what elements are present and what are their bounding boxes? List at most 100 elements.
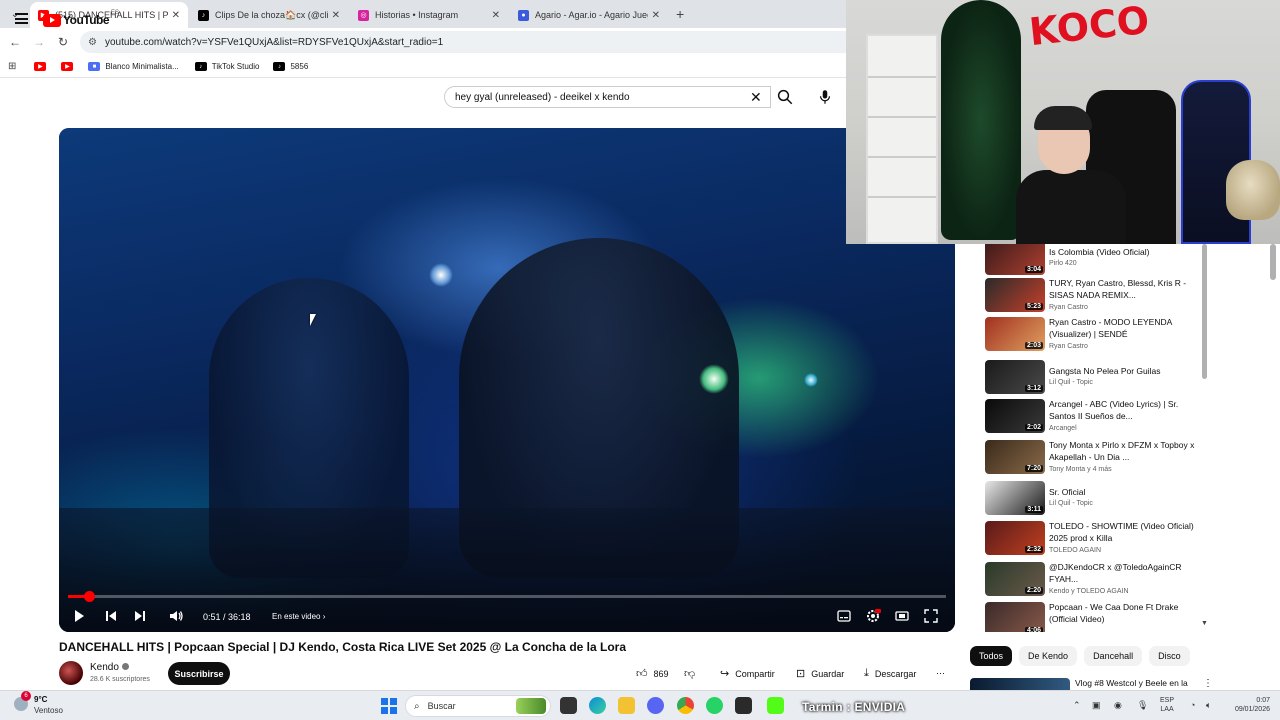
download-button[interactable]: ⤓ Descargar	[856, 662, 924, 685]
progress-bar[interactable]	[68, 591, 946, 602]
related-video-item[interactable]: 3:11 Sr. Oficial Lil Quil - Topic	[985, 481, 1205, 519]
related-video-item[interactable]: 3:04 Is Colombia (Video Oficial) Pirlo 420	[985, 244, 1205, 279]
tab-tiktok[interactable]: ♪ Clips De la choza🏠cx (@clips ✕	[190, 2, 348, 28]
dislike-button[interactable]: 👎︎	[676, 662, 709, 685]
forward-arrow-icon[interactable]: →	[27, 35, 51, 49]
taskbar-search[interactable]: ⌕ Buscar	[405, 695, 551, 717]
more-actions-button[interactable]: ⋯	[930, 662, 951, 685]
input-language[interactable]: ESP LAA	[1160, 696, 1174, 714]
reload-icon[interactable]: ↻	[51, 35, 75, 49]
more-vertical-icon[interactable]: ⋮	[1203, 678, 1213, 689]
next-video-title[interactable]: Vlog #8 Westcol y Beele en la	[1075, 678, 1188, 688]
video-thumbnail[interactable]: 2:03	[985, 317, 1045, 351]
related-video-item[interactable]: 2:03 Ryan Castro - MODO LEYENDA (Visualiz…	[985, 317, 1205, 355]
address-bar[interactable]: ⚙ youtube.com/watch?v=YSFVe1QUxjA&list=R…	[80, 31, 846, 53]
related-video-title[interactable]: Tony Monta x Pirlo x DFZM x Topboy x Aka…	[1049, 440, 1199, 463]
bookmark-youtube-1[interactable]: ▶	[34, 62, 51, 71]
video-thumbnail[interactable]: 3:04	[985, 244, 1045, 275]
related-video-item[interactable]: 3:12 Gangsta No Pelea Por Guilas Lil Quil …	[985, 360, 1205, 398]
like-button[interactable]: 👍︎ 869	[628, 662, 677, 685]
related-video-title[interactable]: Is Colombia (Video Oficial)	[1049, 247, 1199, 259]
menu-icon[interactable]	[15, 13, 28, 24]
video-thumbnail[interactable]: 3:11	[985, 481, 1045, 515]
related-video-title[interactable]: Sr. Oficial	[1049, 487, 1199, 499]
related-video-title[interactable]: TURY, Ryan Castro, Blessd, Kris R - SISA…	[1049, 278, 1199, 301]
previous-icon[interactable]	[103, 608, 119, 624]
chip-disco[interactable]: Disco	[1149, 646, 1190, 666]
settings-gear-icon[interactable]	[865, 608, 881, 624]
clear-search-icon[interactable]: ✕	[750, 89, 762, 106]
chip-de-kendo[interactable]: De Kendo	[1019, 646, 1078, 666]
wifi-icon[interactable]: ◔	[1190, 700, 1195, 710]
task-view-icon[interactable]	[560, 697, 577, 714]
save-button[interactable]: ⊡ Guardar	[788, 662, 852, 685]
app-icon[interactable]	[735, 697, 752, 714]
related-video-title[interactable]: Popcaan - We Caa Done Ft Drake (Official…	[1049, 602, 1199, 625]
video-thumbnail[interactable]: 3:12	[985, 360, 1045, 394]
subscribe-button[interactable]: Suscribirse	[168, 662, 230, 685]
kick-icon[interactable]	[767, 697, 784, 714]
related-video-item[interactable]: 4:06 Popcaan - We Caa Done Ft Drake (Offi…	[985, 602, 1205, 632]
bookmark-tiktok-studio[interactable]: ♪ TikTok Studio	[194, 62, 259, 71]
whatsapp-icon[interactable]	[706, 697, 723, 714]
related-video-title[interactable]: Gangsta No Pelea Por Guilas	[1049, 366, 1199, 378]
tray-app-icon[interactable]: ▣	[1092, 700, 1101, 711]
channel-avatar[interactable]	[59, 661, 83, 685]
scroll-down-icon[interactable]: ▼	[1201, 620, 1208, 627]
tab-agario[interactable]: ● Agario - Agar.io - Agario Juego ✕	[510, 2, 668, 28]
back-arrow-icon[interactable]: ←	[3, 35, 27, 49]
fullscreen-icon[interactable]	[923, 608, 939, 624]
discord-icon[interactable]	[647, 697, 664, 714]
related-video-item[interactable]: 2:20 @DJKendoCR x @ToledoAgainCR FYAH... K…	[985, 562, 1205, 600]
theater-mode-icon[interactable]	[894, 608, 910, 624]
video-player[interactable]: 0:51 / 36:18 En este video ›	[59, 128, 955, 632]
share-button[interactable]: ↪ Compartir	[712, 662, 783, 685]
file-explorer-icon[interactable]	[618, 697, 635, 714]
chapter-button[interactable]: En este video ›	[272, 612, 325, 621]
search-icon[interactable]	[776, 88, 794, 106]
related-list-scrollbar[interactable]	[1200, 244, 1208, 632]
search-input[interactable]	[455, 91, 745, 103]
video-thumbnail[interactable]: 2:20	[985, 562, 1045, 596]
video-thumbnail[interactable]: 5:23	[985, 278, 1045, 312]
video-thumbnail[interactable]: 2:02	[985, 399, 1045, 433]
close-icon[interactable]: ✕	[492, 10, 500, 21]
new-tab-button[interactable]: +	[676, 6, 684, 22]
related-video-title[interactable]: Ryan Castro - MODO LEYENDA (Visualizer) …	[1049, 317, 1199, 340]
site-settings-icon[interactable]: ⚙	[88, 37, 97, 48]
video-thumbnail[interactable]: 7:20	[985, 440, 1045, 474]
play-icon[interactable]	[71, 608, 87, 624]
subtitles-icon[interactable]	[836, 608, 852, 624]
microphone-icon[interactable]	[818, 88, 832, 106]
close-icon[interactable]: ✕	[332, 10, 340, 21]
tab-instagram[interactable]: ◎ Historias • Instagram ✕	[350, 2, 508, 28]
related-video-item[interactable]: 5:23 TURY, Ryan Castro, Blessd, Kris R - …	[985, 278, 1205, 316]
bookmark-blanco-minimalista[interactable]: ■ Blanco Minimalista...	[88, 62, 179, 71]
chip-dancehall[interactable]: Dancehall	[1084, 646, 1143, 666]
related-video-item[interactable]: 2:02 Arcangel - ABC (Video Lyrics) | Sr. …	[985, 399, 1205, 437]
windows-start-icon[interactable]	[381, 698, 397, 714]
volume-icon[interactable]	[168, 608, 184, 624]
channel-name[interactable]: Kendo	[90, 662, 129, 673]
system-clock[interactable]: 0:07 09/01/2026	[1225, 696, 1270, 714]
speaker-icon[interactable]: 🔈︎	[1206, 700, 1211, 711]
apps-grid-icon[interactable]: ⊞	[8, 61, 16, 72]
chrome-icon[interactable]	[677, 697, 694, 714]
page-scrollbar[interactable]	[1270, 244, 1276, 280]
tray-microphone-icon[interactable]: 🎙︎	[1137, 700, 1148, 711]
related-video-title[interactable]: TOLEDO - SHOWTIME (Video Oficial) 2025 p…	[1049, 521, 1199, 544]
tray-app-icon[interactable]: ◉	[1114, 700, 1122, 711]
related-video-item[interactable]: 7:20 Tony Monta x Pirlo x DFZM x Topboy x…	[985, 440, 1205, 478]
video-thumbnail[interactable]: 2:32	[985, 521, 1045, 555]
video-thumbnail[interactable]: 4:06	[985, 602, 1045, 632]
close-icon[interactable]: ✕	[652, 10, 660, 21]
tray-chevron-up-icon[interactable]: ⌃	[1073, 700, 1081, 711]
progress-scrubber[interactable]	[83, 591, 95, 602]
bookmark-5856[interactable]: ♪ 5856	[273, 62, 308, 71]
close-icon[interactable]: ✕	[172, 10, 180, 21]
related-video-title[interactable]: Arcangel - ABC (Video Lyrics) | Sr. Sant…	[1049, 399, 1199, 422]
next-video-thumbnail[interactable]	[970, 678, 1070, 690]
edge-browser-icon[interactable]	[589, 697, 606, 714]
related-video-item[interactable]: 2:32 TOLEDO - SHOWTIME (Video Oficial) 20…	[985, 521, 1205, 559]
related-video-title[interactable]: @DJKendoCR x @ToledoAgainCR FYAH...	[1049, 562, 1199, 585]
